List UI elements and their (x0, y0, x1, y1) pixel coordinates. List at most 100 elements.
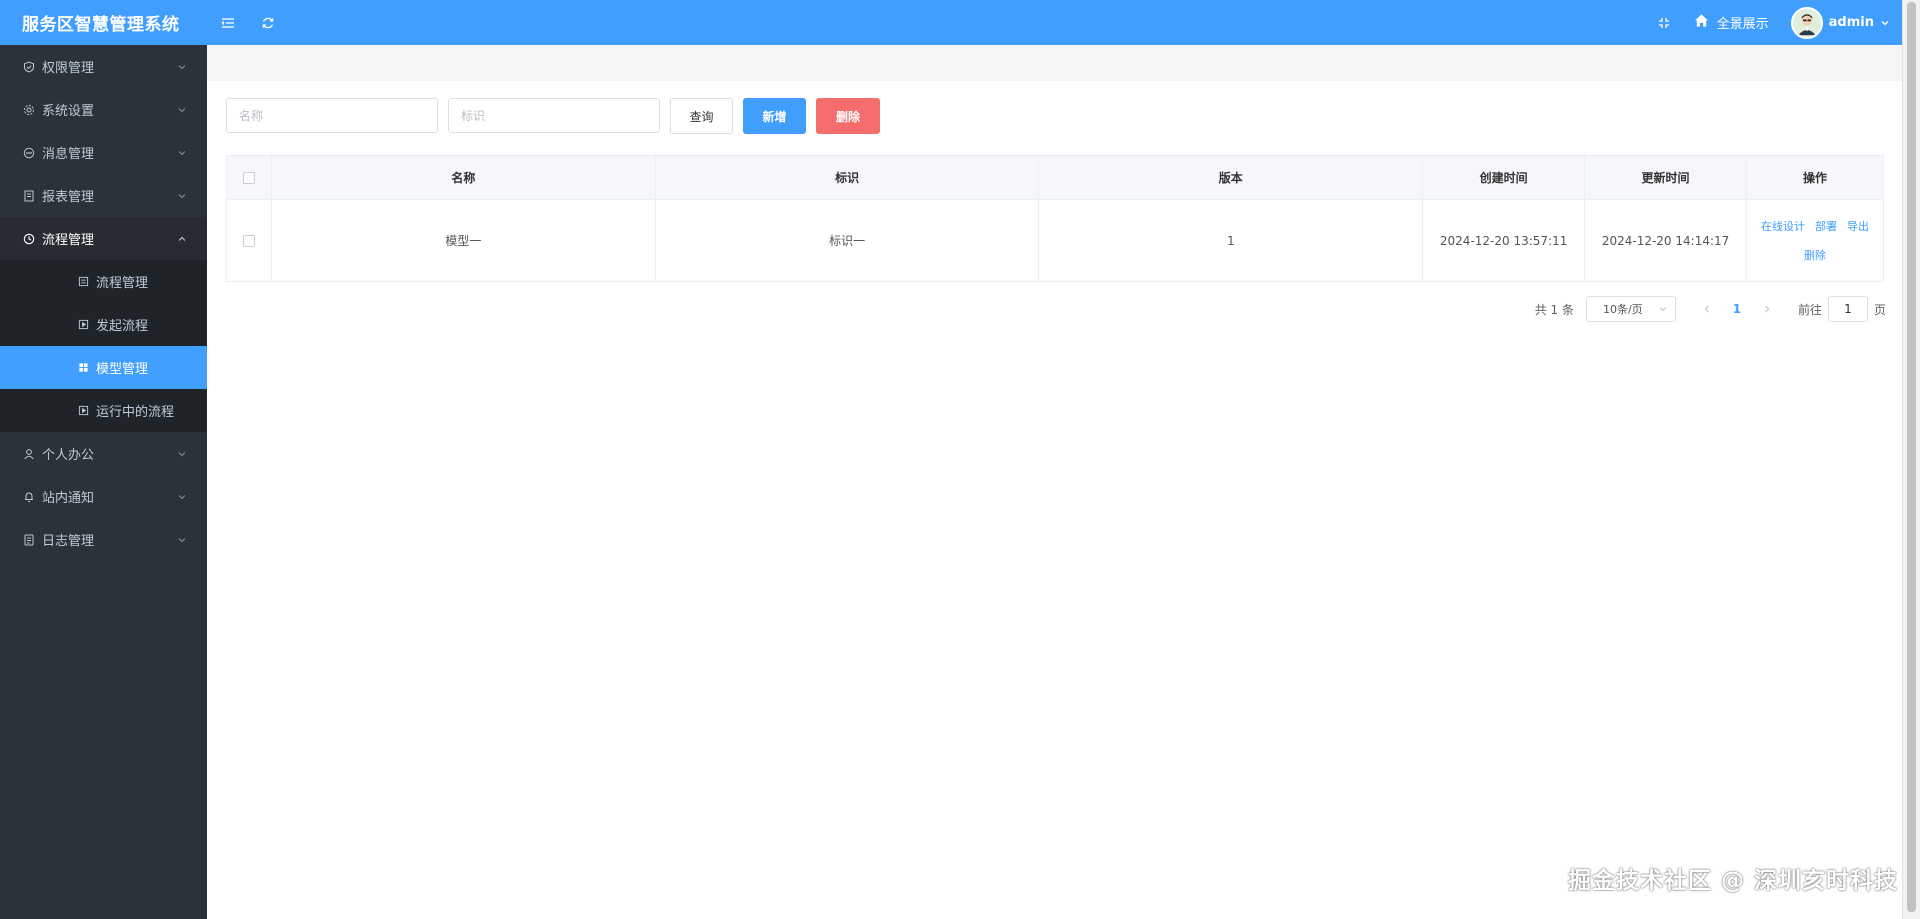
chevron-down-icon (1659, 307, 1667, 312)
panorama-link[interactable]: 全景展示 (1682, 13, 1791, 32)
sidebar-subitem-running[interactable]: 运行中的流程 (0, 389, 207, 432)
export-link[interactable]: 导出 (1847, 220, 1869, 233)
play-icon (76, 404, 90, 418)
row-checkbox[interactable] (242, 235, 255, 247)
batch-delete-button[interactable]: 删除 (816, 98, 880, 134)
sidebar-item-messages[interactable]: 消息管理 (0, 131, 207, 174)
chevron-down-icon (178, 64, 186, 69)
sidebar-subitem-label: 运行中的流程 (96, 405, 175, 420)
search-form: 查询 新增 删除 (226, 98, 880, 134)
page-size-select[interactable]: 10条/页 (1585, 296, 1676, 322)
model-table: 名称 标识 版本 创建时间 更新时间 操作 模型一 标识一 1 2024-12-… (226, 155, 1884, 282)
sidebar-subitem-label: 流程管理 (96, 276, 149, 291)
table-header-row: 名称 标识 版本 创建时间 更新时间 操作 (226, 155, 1884, 200)
scrollbar-thumb[interactable] (1907, 2, 1916, 912)
key-search-input[interactable] (448, 98, 660, 133)
column-header-updated[interactable]: 更新时间 (1584, 155, 1748, 200)
chevron-down-icon (1881, 20, 1889, 25)
top-header: 服务区智慧管理系统 全景展示 admin (0, 0, 1902, 45)
chevron-left-icon (1704, 305, 1709, 313)
sidebar-item-label: 个人办公 (42, 448, 95, 463)
chevron-down-icon (178, 193, 186, 198)
grid-icon (76, 361, 90, 375)
chevron-down-icon (178, 150, 186, 155)
chevron-down-icon (178, 537, 186, 542)
report-icon (22, 189, 36, 203)
main-content: 查询 新增 删除 名称 标识 版本 创建时间 更新时间 操作 模型一 标识一 1 (207, 45, 1902, 919)
column-header-name[interactable]: 名称 (270, 155, 656, 200)
online-design-link[interactable]: 在线设计 (1761, 220, 1805, 233)
select-all-checkbox[interactable] (242, 172, 255, 184)
avatar (1790, 6, 1823, 39)
cell-key: 标识一 (654, 199, 1040, 282)
menu-collapse-icon[interactable] (208, 0, 248, 45)
refresh-icon[interactable] (248, 0, 288, 45)
app-title: 服务区智慧管理系统 (22, 15, 180, 35)
sidebar-subitem-label: 发起流程 (96, 319, 149, 334)
goto-page: 前往 页 (1798, 296, 1886, 322)
sidebar-item-label: 报表管理 (42, 190, 95, 205)
sidebar-item-label: 系统设置 (42, 104, 95, 119)
prev-page-button[interactable] (1692, 296, 1722, 322)
column-header-key[interactable]: 标识 (654, 155, 1040, 200)
page-suffix: 页 (1873, 302, 1886, 317)
sidebar-item-settings[interactable]: 系统设置 (0, 88, 207, 131)
shield-icon (22, 60, 36, 74)
chevron-down-icon (178, 451, 186, 456)
sidebar-item-reports[interactable]: 报表管理 (0, 174, 207, 217)
page-size-value: 10条/页 (1602, 303, 1643, 316)
sidebar-item-logs[interactable]: 日志管理 (0, 518, 207, 561)
sidebar-item-permission[interactable]: 权限管理 (0, 45, 207, 88)
username: admin (1828, 15, 1874, 30)
goto-page-input[interactable] (1827, 296, 1868, 322)
delete-link[interactable]: 删除 (1804, 249, 1826, 262)
column-header-actions: 操作 (1746, 155, 1884, 200)
cell-name: 模型一 (270, 199, 656, 282)
home-icon (1694, 13, 1709, 32)
chat-icon (22, 146, 36, 160)
column-header-created[interactable]: 创建时间 (1422, 155, 1586, 200)
goto-label: 前往 (1797, 302, 1822, 317)
query-button[interactable]: 查询 (670, 98, 733, 134)
sidebar-item-personal[interactable]: 个人办公 (0, 432, 207, 475)
sidebar-item-label: 站内通知 (42, 491, 95, 506)
total-count: 共 1 条 (1534, 302, 1574, 317)
sidebar-item-workflow[interactable]: 流程管理 (0, 217, 207, 260)
sidebar-item-label: 消息管理 (42, 147, 95, 162)
chevron-down-icon (178, 107, 186, 112)
name-search-input[interactable] (226, 98, 438, 133)
fullscreen-icon[interactable] (1646, 0, 1682, 45)
document-icon (22, 533, 36, 547)
play-icon (76, 318, 90, 332)
sidebar-item-label: 流程管理 (42, 233, 95, 248)
deploy-link[interactable]: 部署 (1815, 220, 1837, 233)
workflow-submenu: 流程管理 发起流程 模型管理 运行中的流程 (0, 260, 207, 432)
cell-actions: 在线设计 部署 导出 删除 (1746, 199, 1884, 282)
user-menu[interactable]: admin (1790, 6, 1902, 39)
panorama-label: 全景展示 (1716, 17, 1769, 32)
sidebar-subitem-process[interactable]: 流程管理 (0, 260, 207, 303)
sidebar-subitem-label: 模型管理 (96, 362, 149, 377)
column-header-version[interactable]: 版本 (1038, 155, 1424, 200)
gear-icon (22, 103, 36, 117)
sidebar-item-label: 权限管理 (42, 61, 95, 76)
cell-updated: 2024-12-20 14:14:17 (1584, 199, 1748, 282)
row-select-cell (226, 199, 272, 282)
select-all-cell (226, 155, 272, 200)
cell-version: 1 (1038, 199, 1424, 282)
next-page-button[interactable] (1752, 296, 1782, 322)
sidebar-subitem-models[interactable]: 模型管理 (0, 346, 207, 389)
cell-created: 2024-12-20 13:57:11 (1422, 199, 1586, 282)
sidebar: 权限管理 系统设置 消息管理 报表管理 流程管理 流程管理 发起流程 模型管理 (0, 45, 207, 919)
sidebar-subitem-start[interactable]: 发起流程 (0, 303, 207, 346)
add-button[interactable]: 新增 (743, 98, 806, 134)
clock-icon (22, 232, 36, 246)
page-scrollbar[interactable] (1902, 0, 1920, 919)
chevron-up-icon (178, 236, 186, 241)
pagination: 共 1 条 10条/页 1 前往 页 (1535, 296, 1886, 322)
tags-bar (207, 45, 1902, 81)
sidebar-item-notices[interactable]: 站内通知 (0, 475, 207, 518)
bell-icon (22, 490, 36, 504)
page-number-button[interactable]: 1 (1722, 296, 1752, 322)
watermark: 掘金技术社区 @ 深圳亥时科技 (1567, 868, 1898, 894)
